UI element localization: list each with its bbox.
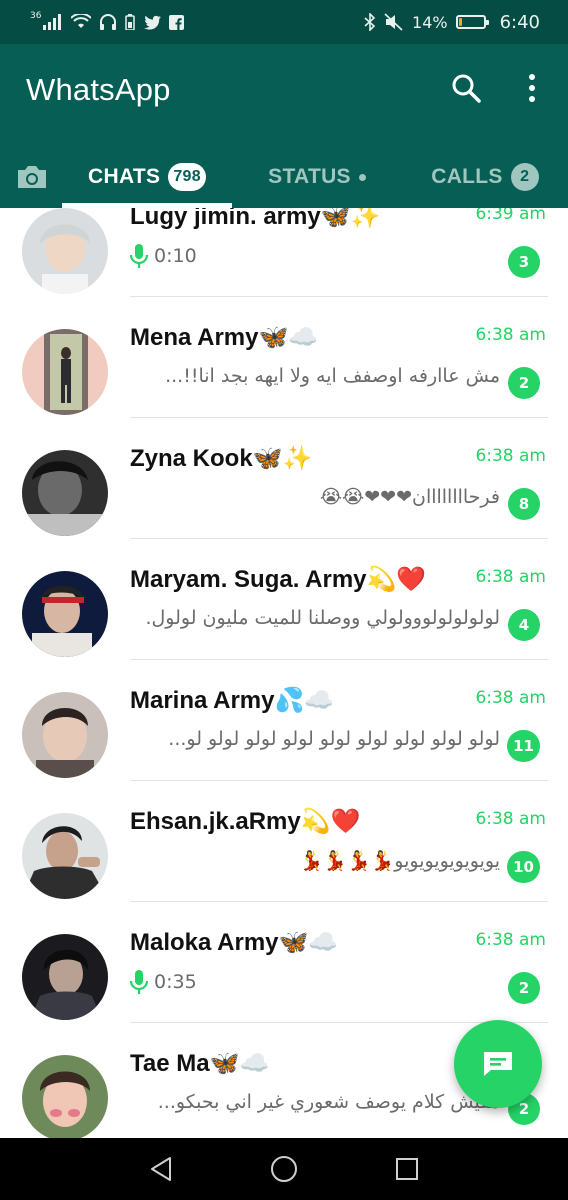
chat-name: Ehsan.jk.aRmy💫❤️ [130,808,361,835]
status-bar-right: 14% 6:40 [364,12,540,33]
chat-preview: فرحاااااااان❤❤❤😭😭 [319,486,500,508]
chat-time: 6:38 am [475,809,546,829]
tab-chats-label: CHATS [88,165,161,188]
chat-row[interactable]: Lugy jimin. army🦋✨ 6:39 am 0:10 3 [0,208,568,297]
tab-status-label: STATUS [268,165,351,188]
chat-time: 6:39 am [475,208,546,224]
mute-icon [384,13,403,31]
unread-badge: 8 [508,488,540,520]
chat-name: Zyna Kook🦋✨ [130,445,313,472]
chat-row[interactable]: Maryam. Suga. Army💫❤️ 6:38 am لولولولولو… [0,539,568,660]
chat-row[interactable]: Mena Army🦋☁️ 6:38 am مش عاارفه اوصفف ايه… [0,297,568,418]
more-vert-icon [529,74,535,102]
chats-count-badge: 798 [168,163,206,191]
tab-chats[interactable]: CHATS 798 [62,146,232,208]
chat-preview: 0:35 [130,970,500,994]
avatar[interactable] [22,208,108,294]
avatar[interactable] [22,692,108,778]
voice-duration: 0:10 [154,245,197,267]
battery-saver-icon [125,14,136,30]
new-chat-button[interactable] [454,1020,542,1108]
chat-name: Marina Army💦☁️ [130,687,335,714]
unread-badge: 2 [508,367,540,399]
voice-duration: 0:35 [154,971,197,993]
chat-time: 6:38 am [475,930,546,950]
tab-calls[interactable]: CALLS 2 [402,146,568,208]
recents-icon [395,1158,418,1180]
tab-status[interactable]: STATUS [232,146,402,208]
unread-badge: 2 [508,972,540,1004]
avatar[interactable] [22,329,108,415]
avatar[interactable] [22,571,108,657]
unread-badge: 3 [508,246,540,278]
unread-badge: 10 [507,851,540,883]
chat-row[interactable]: Zyna Kook🦋✨ 6:38 am فرحاااااااان❤❤❤😭😭 8 [0,418,568,539]
chat-list[interactable]: Lugy jimin. army🦋✨ 6:39 am 0:10 3 Mena A… [0,208,568,1138]
nav-home-button[interactable] [264,1149,304,1189]
tab-calls-label: CALLS [431,165,503,188]
chat-preview: مفيش كلام يوصف شعوري غير اني بحبكو... [157,1091,500,1113]
signal-icon [43,14,62,30]
status-update-dot [358,173,366,181]
avatar[interactable] [22,450,108,536]
back-icon [151,1157,172,1181]
camera-icon [18,166,46,188]
chat-name: Maloka Army🦋☁️ [130,929,339,956]
unread-badge: 4 [508,609,540,641]
twitter-icon [144,15,162,30]
unread-badge: 11 [507,730,540,762]
chat-row[interactable]: Marina Army💦☁️ 6:38 am لولو لولو لولو لو… [0,660,568,781]
mic-icon [130,970,148,994]
facebook-icon [169,14,185,30]
chat-time: 6:38 am [475,446,546,466]
battery-percent: 14% [412,12,448,32]
chat-name: Mena Army🦋☁️ [130,324,319,351]
chat-preview: يويويويويويويو💃💃💃💃 [299,850,500,872]
chat-preview: لولولولولووولولي ووصلنا للميت مليون لولو… [145,607,500,629]
network-type: 36 [30,11,42,21]
avatar[interactable] [22,934,108,1020]
chat-name: Tae Ma🦋☁️ [130,1050,270,1077]
headphones-icon [100,14,117,30]
avatar[interactable] [22,1055,108,1138]
avatar[interactable] [22,813,108,899]
nav-back-button[interactable] [141,1149,181,1189]
chat-preview: لولو لولو لولو لولو لولو لولو لولو لولو … [168,728,500,750]
app-header: WhatsApp CHATS 798 STATUS CALLS 2 [0,44,568,208]
search-icon [452,74,481,103]
chat-name: Lugy jimin. army🦋✨ [130,208,381,230]
nav-recents-button[interactable] [387,1149,427,1189]
chat-row[interactable]: Maloka Army🦋☁️ 6:38 am 0:35 2 [0,902,568,1023]
tab-camera[interactable] [10,146,54,208]
chat-preview: مش عاارفه اوصفف ايه ولا ايهه بجد انا!!..… [165,365,500,387]
status-bar-left: 36 [30,11,185,30]
chat-time: 6:38 am [475,688,546,708]
calls-count-badge: 2 [510,163,539,191]
system-nav-bar [0,1138,568,1200]
chat-preview: 0:10 [130,244,500,268]
mic-icon [130,244,148,268]
app-title: WhatsApp [26,72,171,107]
chat-row[interactable]: Ehsan.jk.aRmy💫❤️ 6:38 am يويويويويويويو💃… [0,781,568,902]
search-button[interactable] [446,68,486,108]
home-icon [270,1156,297,1182]
bluetooth-icon [364,13,376,31]
chat-time: 6:38 am [475,567,546,587]
status-bar: 36 14% 6:40 [0,0,568,44]
battery-level-fill [458,18,463,26]
chat-time: 6:38 am [475,325,546,345]
clock: 6:40 [499,11,540,33]
more-options-button[interactable] [512,68,552,108]
new-chat-icon [484,1052,512,1076]
tab-bar: CHATS 798 STATUS CALLS 2 [0,146,568,208]
wifi-icon [71,14,92,28]
battery-icon [455,15,489,29]
chat-name: Maryam. Suga. Army💫❤️ [130,566,427,593]
